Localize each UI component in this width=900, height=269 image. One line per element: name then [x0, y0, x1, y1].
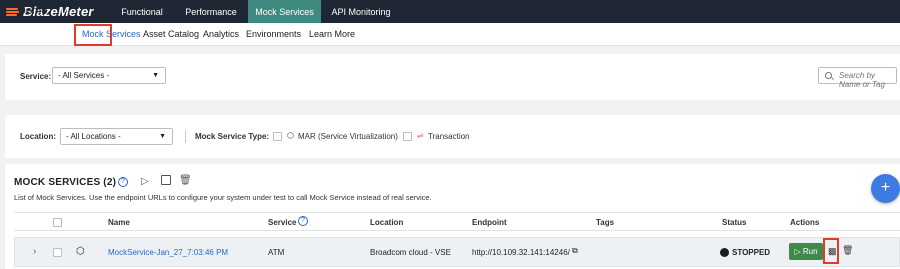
- caret-down-icon: ▼: [159, 133, 166, 140]
- tab-api-monitoring[interactable]: API Monitoring: [324, 0, 398, 23]
- search-input[interactable]: Search by Name or Tag: [818, 67, 897, 89]
- location-label: Location:: [20, 132, 56, 141]
- status-indicator: [720, 248, 729, 257]
- service-label: Service:: [20, 72, 52, 81]
- caret-down-icon: ▼: [152, 72, 159, 79]
- top-navigation-bar: BlazeMeter Functional Performance Mock S…: [0, 0, 900, 23]
- stop-icon[interactable]: [161, 175, 171, 185]
- option-mar-label: MAR (Service Virtualization): [298, 132, 398, 141]
- tab-performance[interactable]: Performance: [176, 0, 246, 23]
- add-mock-service-button[interactable]: +: [871, 174, 900, 203]
- search-icon: [825, 72, 832, 79]
- search-placeholder: Search by Name or Tag: [839, 71, 885, 89]
- help-circle-icon[interactable]: ?: [118, 177, 128, 187]
- chevron-right-icon[interactable]: ›: [33, 246, 36, 257]
- divider: [185, 130, 186, 143]
- column-header-endpoint[interactable]: Endpoint: [472, 218, 507, 227]
- cube-icon: ⬡: [76, 246, 85, 257]
- column-header-name[interactable]: Name: [108, 218, 130, 227]
- row-location: Broadcom cloud - VSE: [370, 248, 451, 257]
- service-select[interactable]: - All Services - ▼: [52, 67, 166, 84]
- column-header-actions: Actions: [790, 218, 820, 227]
- plus-icon: +: [880, 179, 891, 196]
- trash-icon[interactable]: 🗑: [842, 245, 853, 256]
- trash-icon[interactable]: 🗑: [179, 175, 192, 186]
- run-button-label: Run: [802, 247, 818, 256]
- option-transaction-label: Transaction: [428, 132, 470, 141]
- section-description: List of Mock Services. Use the endpoint …: [14, 193, 432, 202]
- column-header-service[interactable]: Service: [268, 218, 296, 227]
- location-select-value: - All Locations -: [66, 132, 121, 141]
- select-all-checkbox[interactable]: [53, 218, 62, 227]
- cube-icon: ⬡: [287, 131, 294, 140]
- tab-functional[interactable]: Functional: [112, 0, 172, 23]
- run-button[interactable]: ▷ Run: [789, 243, 823, 260]
- highlight-box-analytics-action: [823, 238, 839, 264]
- subnav-item-learn-more[interactable]: Learn More: [309, 29, 355, 39]
- checkbox-mar[interactable]: [273, 132, 282, 141]
- service-select-value: - All Services -: [58, 71, 110, 80]
- help-circle-icon[interactable]: ?: [298, 216, 308, 226]
- subnav-item-asset-catalog[interactable]: Asset Catalog: [143, 29, 199, 39]
- tab-mock-services[interactable]: Mock Services: [248, 0, 321, 23]
- subnav-item-environments[interactable]: Environments: [246, 29, 301, 39]
- highlight-box-mock-services-tab: [74, 24, 112, 46]
- row-checkbox[interactable]: [53, 248, 62, 257]
- mock-service-type-label: Mock Service Type:: [195, 132, 270, 141]
- section-title: MOCK SERVICES (2): [14, 177, 117, 188]
- chevron-down-icon[interactable]: ⌄: [62, 6, 69, 15]
- checkbox-transaction[interactable]: [403, 132, 412, 141]
- transaction-icon: ⇌: [417, 131, 424, 140]
- mock-service-name-link[interactable]: MockService-Jan_27_7:03:46 PM: [108, 248, 228, 257]
- row-endpoint: http://10.109.32.141:14246/: [472, 248, 570, 257]
- play-icon: ▷: [794, 247, 801, 256]
- row-service: ATM: [268, 248, 285, 257]
- workspace-selector[interactable]: Demo: [18, 5, 47, 17]
- column-header-location[interactable]: Location: [370, 218, 403, 227]
- column-header-tags[interactable]: Tags: [596, 218, 614, 227]
- column-header-status[interactable]: Status: [722, 218, 746, 227]
- subnav-item-analytics[interactable]: Analytics: [203, 29, 239, 39]
- status-badge: STOPPED: [732, 248, 771, 257]
- copy-icon[interactable]: ⧉: [572, 246, 578, 256]
- location-select[interactable]: - All Locations - ▼: [60, 128, 173, 145]
- play-icon[interactable]: ▷: [141, 176, 149, 187]
- table-header: [14, 212, 900, 231]
